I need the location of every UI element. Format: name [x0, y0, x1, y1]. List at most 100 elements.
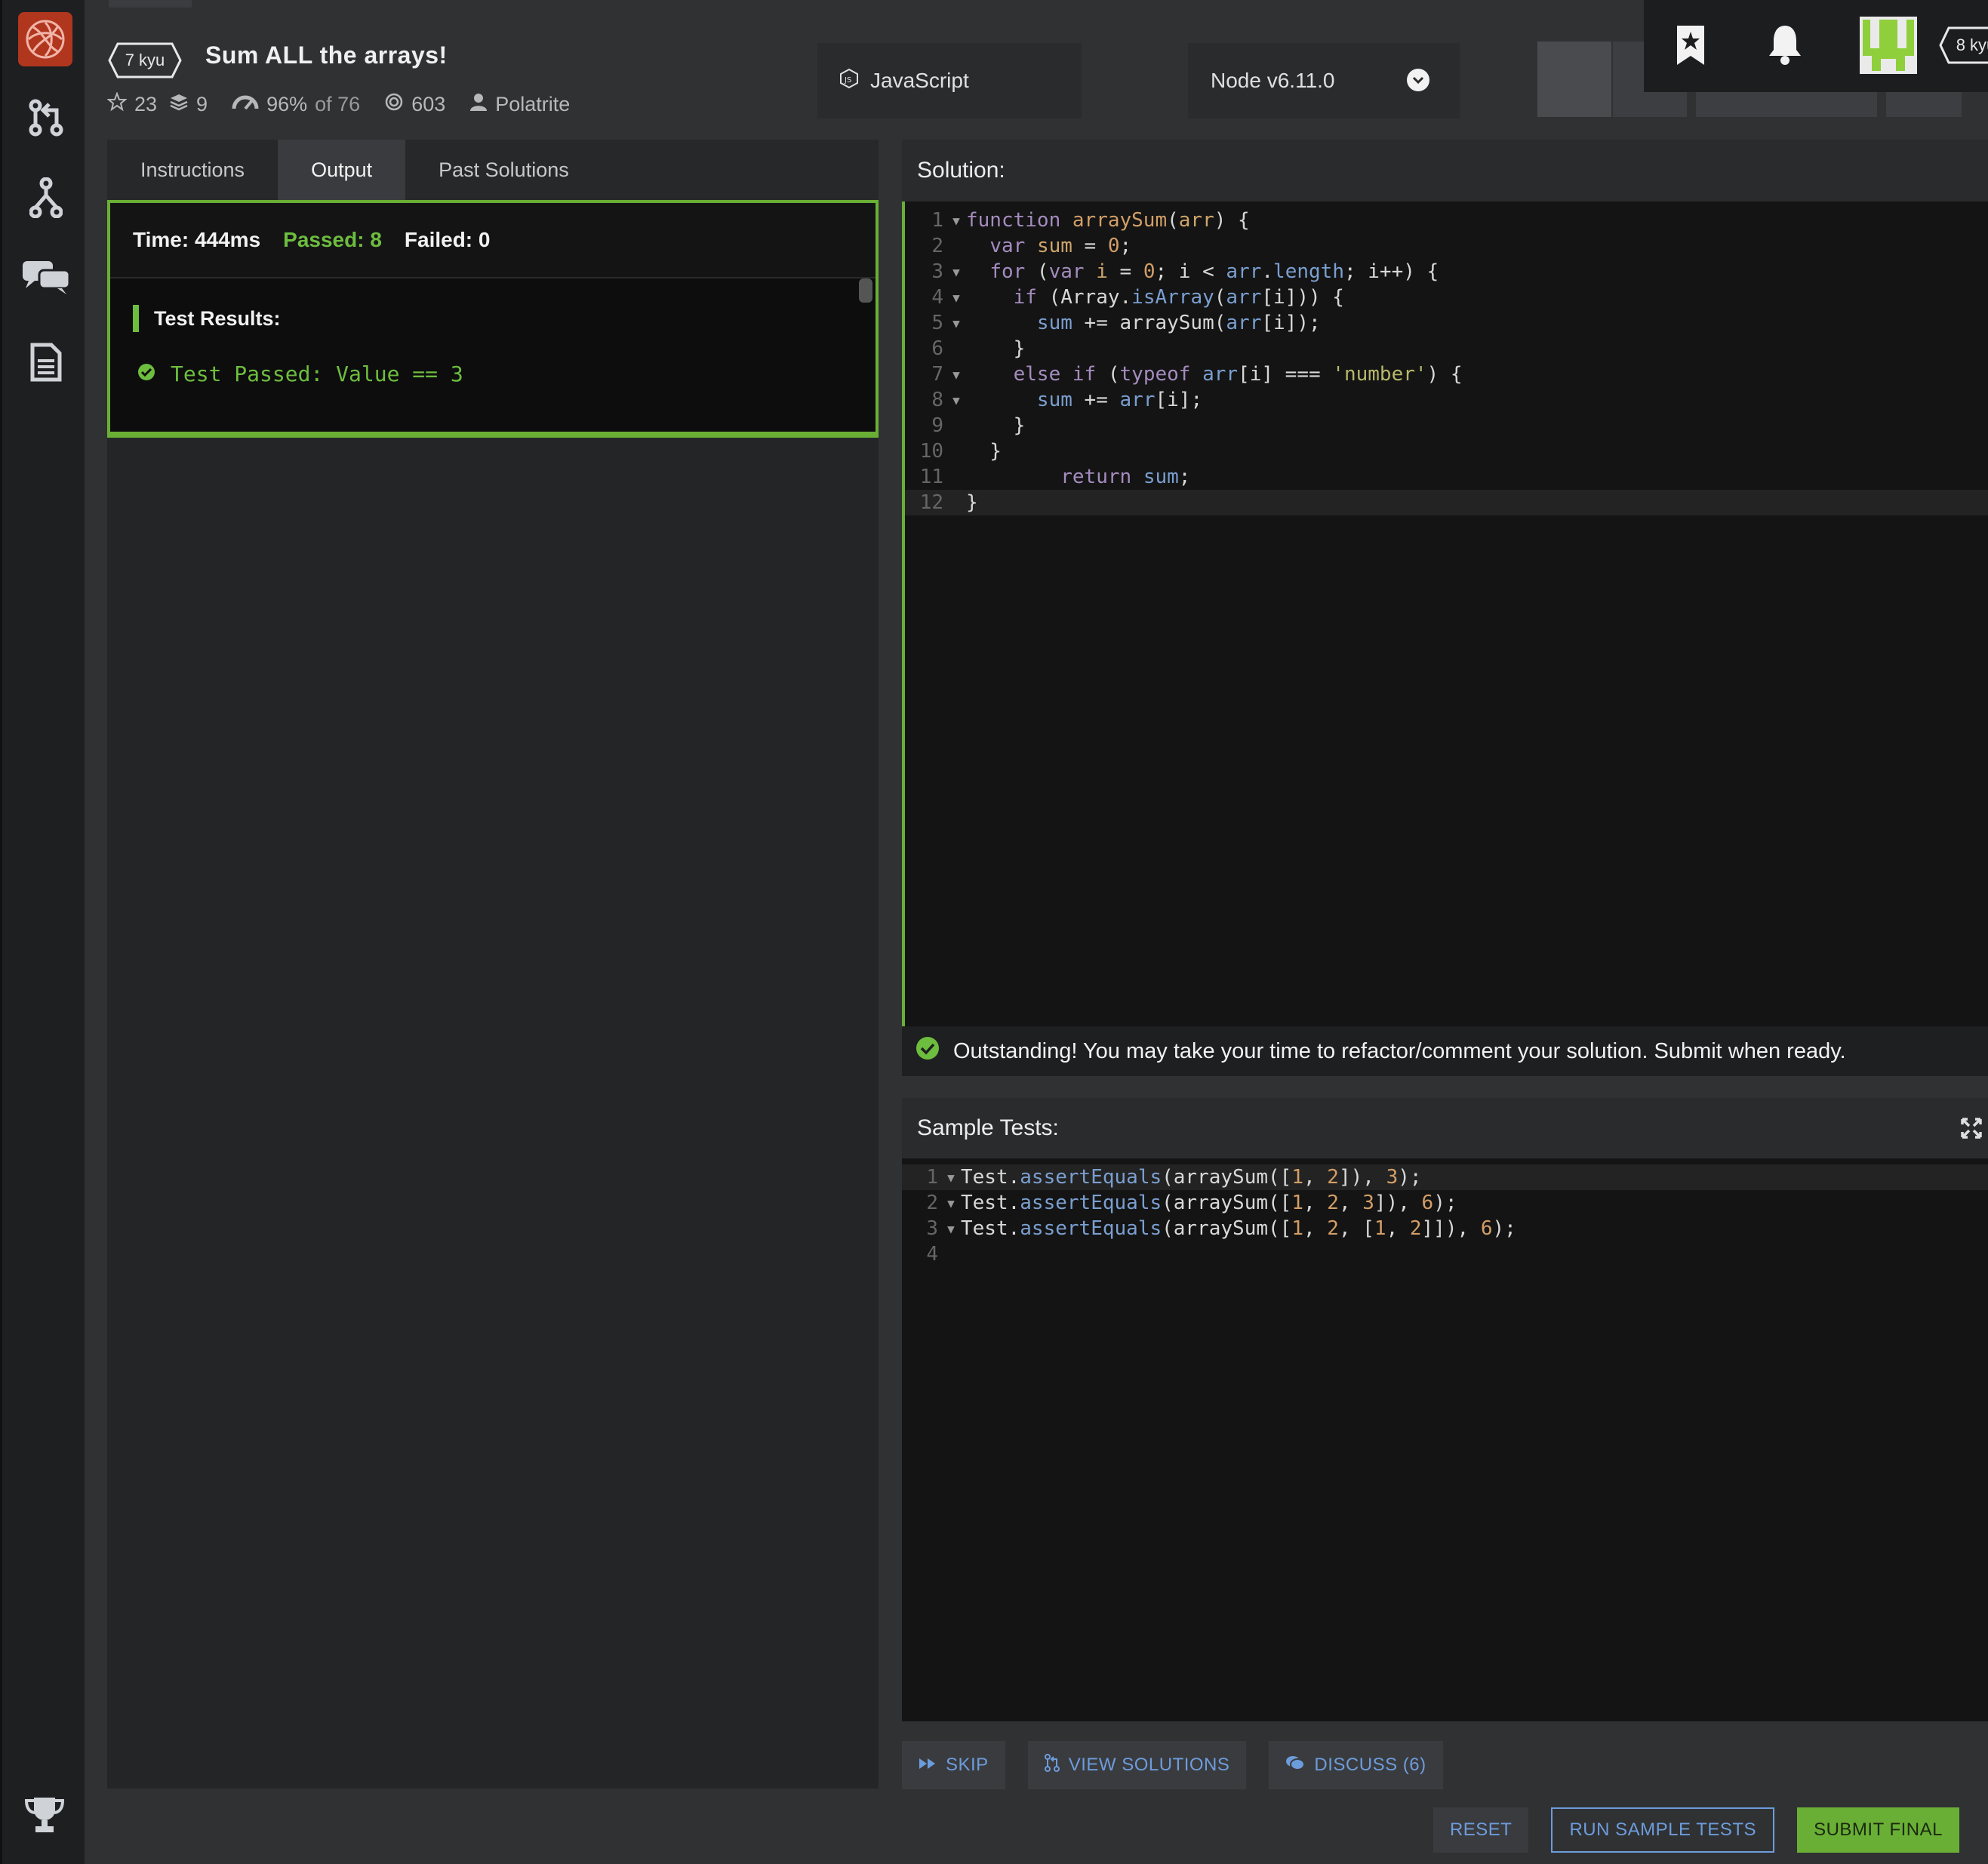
- kata-actions: SKIP VIEW SOLUTIONS DISCUSS (6): [902, 1741, 1443, 1789]
- user-rank-badge: 8 kyu: [1938, 26, 1988, 65]
- avatar[interactable]: [1860, 17, 1917, 74]
- solution-editor[interactable]: 1 ▼ function arraySum(arr) { 2 var sum = 0…: [902, 201, 1988, 1026]
- output-failed: Failed: 0: [404, 228, 491, 251]
- language-label: JavaScript: [870, 69, 969, 92]
- success-notice: Outstanding! You may take your time to r…: [902, 1026, 1988, 1076]
- version-label: Node v6.11.0: [1211, 69, 1335, 92]
- fold-arrow-icon[interactable]: ▼: [941, 1222, 961, 1236]
- test-passed-message: Test Passed: Value == 3: [171, 361, 463, 386]
- bookmark-icon[interactable]: [1674, 24, 1707, 70]
- skip-button[interactable]: SKIP: [902, 1741, 1005, 1789]
- code-line: 11 return sum;: [905, 464, 1988, 490]
- code-line: 8 ▼ sum += arr[i];: [905, 387, 1988, 413]
- sample-tests-header: Sample Tests: ?: [902, 1098, 1988, 1158]
- chevron-down-icon: [1407, 69, 1429, 91]
- line-number: 2: [926, 1192, 938, 1214]
- version-selector[interactable]: Node v6.11.0: [1188, 43, 1460, 118]
- tool-button-1[interactable]: [1537, 42, 1611, 117]
- check-circle-icon: [916, 1036, 940, 1066]
- kata-rank-badge: 7 kyu: [107, 42, 183, 79]
- trophy-icon[interactable]: [24, 1796, 65, 1838]
- fold-arrow-icon[interactable]: ▼: [946, 214, 966, 228]
- left-panel-tabs: Instructions Output Past Solutions: [107, 140, 879, 200]
- fork-icon[interactable]: [22, 174, 70, 222]
- line-number: 8: [931, 389, 943, 411]
- submission-actions: RESET RUN SAMPLE TESTS SUBMIT FINAL: [1433, 1807, 1959, 1853]
- reset-button[interactable]: RESET: [1433, 1807, 1529, 1853]
- left-sidebar: [0, 0, 85, 1864]
- bell-icon[interactable]: [1766, 23, 1804, 69]
- kata-title: Sum ALL the arrays!: [205, 42, 448, 69]
- line-number: 4: [931, 286, 943, 309]
- code-line: 1 ▼ function arraySum(arr) {: [905, 208, 1988, 233]
- results-bar: [133, 305, 139, 332]
- view-solutions-button[interactable]: VIEW SOLUTIONS: [1027, 1741, 1247, 1789]
- test-results-label: Test Results:: [154, 306, 281, 330]
- fold-arrow-icon[interactable]: ▼: [946, 393, 966, 408]
- completed-count: 603: [411, 93, 446, 115]
- fold-arrow-icon[interactable]: ▼: [946, 316, 966, 331]
- output-panel: Time: 444ms Passed: 8 Failed: 0 Test Res…: [107, 200, 879, 438]
- code-line: 5 ▼ sum += arraySum(arr[i]);: [905, 310, 1988, 336]
- skip-label: SKIP: [946, 1755, 989, 1775]
- sample-tests-editor[interactable]: 1 ▼ Test.assertEquals(arraySum([1, 2]), 3)…: [902, 1158, 1988, 1721]
- tab-instructions[interactable]: Instructions: [107, 140, 278, 200]
- pull-request-icon: [1044, 1753, 1060, 1777]
- tab-past-solutions[interactable]: Past Solutions: [405, 140, 602, 200]
- author-name[interactable]: Polatrite: [495, 93, 570, 116]
- collections-icon[interactable]: [169, 92, 189, 117]
- expand-icon[interactable]: [1961, 1118, 1982, 1145]
- solution-code: 1 ▼ function arraySum(arr) { 2 var sum = 0…: [905, 208, 1988, 515]
- code-line: 4: [902, 1241, 1988, 1267]
- line-number: 7: [931, 363, 943, 386]
- run-sample-tests-button[interactable]: RUN SAMPLE TESTS: [1551, 1807, 1775, 1853]
- left-panel-body: [107, 200, 879, 1789]
- document-icon[interactable]: [22, 338, 70, 386]
- output-summary: Time: 444ms Passed: 8 Failed: 0: [110, 203, 876, 278]
- fold-arrow-icon[interactable]: ▼: [941, 1196, 961, 1210]
- fold-arrow-icon[interactable]: ▼: [941, 1170, 961, 1185]
- fold-arrow-icon[interactable]: ▼: [946, 265, 966, 279]
- code-line: 6 }: [905, 336, 1988, 361]
- notice-text: Outstanding! You may take your time to r…: [953, 1038, 1846, 1063]
- comments-icon: [1285, 1755, 1306, 1776]
- line-number: 4: [926, 1243, 938, 1266]
- submit-final-button[interactable]: SUBMIT FINAL: [1797, 1807, 1959, 1853]
- line-number: 1: [926, 1166, 938, 1189]
- pull-request-icon[interactable]: [22, 94, 70, 142]
- output-scrollbar[interactable]: [859, 278, 872, 303]
- user-rank-label: 8 kyu: [1956, 35, 1988, 54]
- line-number: 1: [931, 209, 943, 232]
- chat-icon[interactable]: [22, 254, 70, 302]
- tab-output[interactable]: Output: [278, 140, 406, 200]
- satisfaction-votes: of 76: [315, 93, 361, 115]
- line-number: 5: [931, 312, 943, 334]
- kata-rank-label: 7 kyu: [125, 51, 165, 69]
- test-passed-row: Test Passed: Value == 3: [137, 361, 463, 386]
- language-selector[interactable]: JS JavaScript: [817, 43, 1082, 118]
- codewars-logo-icon[interactable]: [18, 12, 72, 66]
- user-icon: [469, 92, 488, 117]
- kata-stats: 23 9 96% of 76 603 Polatrite: [106, 91, 586, 117]
- sample-tests-title: Sample Tests:: [917, 1115, 1059, 1140]
- output-passed: Passed: 8: [283, 228, 382, 251]
- svg-text:JS: JS: [844, 76, 851, 85]
- code-line: 9 }: [905, 413, 1988, 438]
- code-line: 3 ▼ for (var i = 0; i < arr.length; i++) …: [905, 259, 1988, 285]
- fold-arrow-icon[interactable]: ▼: [946, 368, 966, 382]
- satisfaction-percent: 96%: [266, 93, 308, 115]
- star-icon[interactable]: [106, 91, 128, 117]
- main-area: 7 kyu Sum ALL the arrays! 23 9 96% of 76…: [85, 0, 1988, 1864]
- user-topbar: 8 kyu 4: [1644, 0, 1988, 92]
- code-line: 2 ▼ Test.assertEquals(arraySum([1, 2, 3]),…: [902, 1190, 1988, 1216]
- line-number: 2: [931, 235, 943, 257]
- line-number: 10: [919, 440, 943, 463]
- fold-arrow-icon[interactable]: ▼: [946, 291, 966, 305]
- code-line: 1 ▼ Test.assertEquals(arraySum([1, 2]), 3)…: [902, 1164, 1988, 1190]
- line-number: 6: [931, 337, 943, 360]
- discuss-button[interactable]: DISCUSS (6): [1269, 1741, 1443, 1789]
- fast-forward-icon: [919, 1755, 937, 1776]
- line-number: 9: [931, 414, 943, 437]
- line-number: 3: [931, 260, 943, 283]
- javascript-icon: JS: [839, 68, 860, 94]
